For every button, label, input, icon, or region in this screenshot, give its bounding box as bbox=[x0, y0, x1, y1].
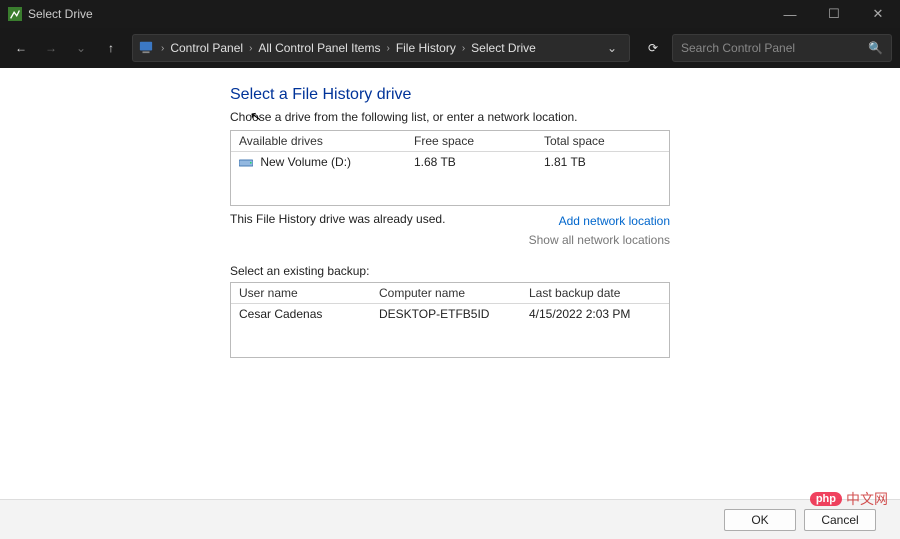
col-free-space[interactable]: Free space bbox=[406, 131, 536, 151]
watermark: php 中文网 bbox=[810, 489, 888, 509]
backup-date: 4/15/2022 2:03 PM bbox=[521, 304, 669, 324]
col-total-space[interactable]: Total space bbox=[536, 131, 669, 151]
dialog-footer: OK Cancel bbox=[0, 499, 900, 539]
chevron-right-icon: › bbox=[245, 43, 256, 54]
drive-name: New Volume (D:) bbox=[260, 155, 351, 169]
drives-header-row: Available drives Free space Total space bbox=[231, 131, 669, 152]
existing-backup-list[interactable]: User name Computer name Last backup date… bbox=[230, 282, 670, 358]
chevron-right-icon[interactable]: › bbox=[157, 43, 168, 54]
existing-backup-heading: Select an existing backup: bbox=[230, 264, 876, 278]
add-network-location-link[interactable]: Add network location bbox=[529, 212, 670, 231]
watermark-badge: php bbox=[810, 492, 842, 506]
backup-user: Cesar Cadenas bbox=[231, 304, 371, 324]
instruction-text: Choose a drive from the following list, … bbox=[230, 110, 876, 124]
cancel-button[interactable]: Cancel bbox=[804, 509, 876, 531]
col-computer-name[interactable]: Computer name bbox=[371, 283, 521, 303]
app-icon bbox=[8, 7, 22, 21]
breadcrumb[interactable]: › Control Panel › All Control Panel Item… bbox=[132, 34, 630, 62]
search-placeholder: Search Control Panel bbox=[681, 41, 868, 55]
show-all-network-locations-link[interactable]: Show all network locations bbox=[529, 231, 670, 250]
close-button[interactable]: ✕ bbox=[856, 0, 900, 28]
crumb-all-items[interactable]: All Control Panel Items bbox=[256, 41, 382, 55]
titlebar: Select Drive — ☐ ✕ bbox=[0, 0, 900, 28]
control-panel-icon bbox=[139, 40, 153, 57]
maximize-button[interactable]: ☐ bbox=[812, 0, 856, 28]
backup-header-row: User name Computer name Last backup date bbox=[231, 283, 669, 304]
col-available-drives[interactable]: Available drives bbox=[231, 131, 406, 151]
watermark-text: 中文网 bbox=[846, 489, 888, 509]
forward-button[interactable]: → bbox=[38, 35, 64, 61]
available-drives-list[interactable]: Available drives Free space Total space … bbox=[230, 130, 670, 206]
minimize-button[interactable]: — bbox=[768, 0, 812, 28]
drive-row[interactable]: New Volume (D:) 1.68 TB 1.81 TB bbox=[231, 152, 669, 173]
col-user-name[interactable]: User name bbox=[231, 283, 371, 303]
col-last-backup[interactable]: Last backup date bbox=[521, 283, 669, 303]
address-dropdown-button[interactable]: ⌄ bbox=[601, 41, 623, 55]
status-text: This File History drive was already used… bbox=[230, 212, 529, 244]
chevron-right-icon: › bbox=[458, 43, 469, 54]
recent-locations-button[interactable]: ⌄ bbox=[68, 35, 94, 61]
ok-button[interactable]: OK bbox=[724, 509, 796, 531]
search-input[interactable]: Search Control Panel 🔍 bbox=[672, 34, 892, 62]
up-button[interactable]: ↑ bbox=[98, 35, 124, 61]
crumb-file-history[interactable]: File History bbox=[394, 41, 458, 55]
backup-row[interactable]: Cesar Cadenas DESKTOP-ETFB5ID 4/15/2022 … bbox=[231, 304, 669, 324]
refresh-button[interactable]: ⟳ bbox=[638, 34, 668, 62]
search-icon[interactable]: 🔍 bbox=[868, 41, 883, 55]
crumb-select-drive[interactable]: Select Drive bbox=[469, 41, 538, 55]
back-button[interactable]: ← bbox=[8, 35, 34, 61]
navbar: ← → ⌄ ↑ › Control Panel › All Control Pa… bbox=[0, 28, 900, 68]
backup-computer: DESKTOP-ETFB5ID bbox=[371, 304, 521, 324]
crumb-control-panel[interactable]: Control Panel bbox=[168, 41, 245, 55]
window-controls: — ☐ ✕ bbox=[768, 0, 900, 28]
content-area: Select a File History drive Choose a dri… bbox=[0, 68, 900, 358]
window-title: Select Drive bbox=[28, 7, 768, 21]
drive-free: 1.68 TB bbox=[406, 152, 536, 173]
page-title: Select a File History drive bbox=[230, 86, 876, 104]
drive-icon bbox=[239, 156, 253, 170]
drive-total: 1.81 TB bbox=[536, 152, 669, 173]
chevron-right-icon: › bbox=[382, 43, 393, 54]
